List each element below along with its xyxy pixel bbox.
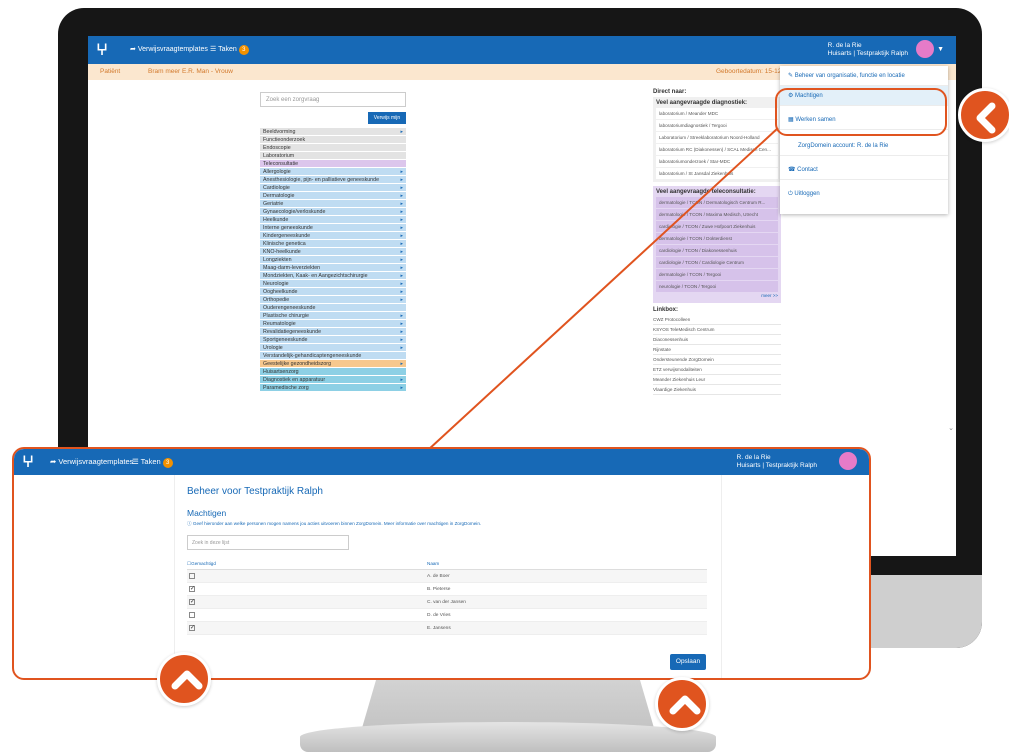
info-text: ⓘ Geef hieronder aan welke personen moge… [187, 521, 482, 526]
avatar[interactable] [839, 452, 857, 470]
chevron-left-glyph [976, 102, 996, 134]
zoom-navbar: ⵖ ➦ Verwijsvraagtemplates ☰ Taken 3 R. de… [14, 449, 869, 475]
header-authorized: ☐Gemachtigd [187, 561, 216, 566]
info-text-label: Geef hieronder aan welke personen mogen … [192, 521, 482, 526]
table-header: ☐Gemachtigd Naam [187, 560, 707, 570]
zoomed-authorize-panel: ⵖ ➦ Verwijsvraagtemplates ☰ Taken 3 R. de… [12, 447, 871, 680]
chevron-up-glyph [669, 695, 701, 715]
chevron-up-glyph [171, 670, 203, 690]
authorize-checkbox[interactable]: ✓ [189, 586, 195, 592]
chevron-left-icon[interactable] [958, 88, 1009, 142]
authorize-checkbox[interactable]: ✓ [189, 625, 195, 631]
authorize-content: Beheer voor Testpraktijk Ralph Machtigen… [174, 475, 722, 678]
table-row: A. de Boer [187, 570, 707, 583]
page-title: Beheer voor Testpraktijk Ralph [187, 486, 323, 497]
zoom-nav-templates-label: Verwijsvraagtemplates [58, 457, 134, 466]
connector-line [427, 127, 779, 451]
person-name: D. de Vries [427, 613, 451, 618]
zoom-user-info[interactable]: R. de la Rie Huisarts | Testpraktijk Ral… [737, 454, 817, 470]
table-row: ✓ B. Pieterse [187, 583, 707, 596]
authorize-checkbox[interactable] [189, 612, 195, 618]
zoom-nav-tasks-label: Taken [140, 457, 161, 466]
stage: ⵖ ➦ Verwijsvraagtemplates ☰ Taken 3 R. de… [0, 0, 1009, 756]
table-row: ✓ E. Jansens [187, 622, 707, 635]
chevron-up-icon[interactable] [157, 652, 211, 706]
chevron-up-icon[interactable] [655, 677, 709, 731]
person-name: C. van der Jansen [427, 600, 466, 605]
save-button[interactable]: Opslaan [670, 654, 706, 670]
zoom-user-name: R. de la Rie [736, 454, 771, 461]
table-row: ✓ C. van der Jansen [187, 596, 707, 609]
authorize-table: ☐Gemachtigd Naam A. de Boer ✓ B. Pieterse ✓… [187, 560, 707, 635]
section-title: Machtigen [187, 508, 227, 518]
person-name: E. Jansens [427, 626, 451, 631]
tasks-count-badge: 3 [162, 458, 173, 468]
list-search-input[interactable]: Zoek in deze lijst [187, 535, 349, 550]
authorize-checkbox[interactable]: ✓ [189, 599, 195, 605]
person-name: A. de Boer [427, 574, 450, 579]
zoom-nav-templates[interactable]: ➦ Verwijsvraagtemplates [50, 457, 133, 466]
header-authorized-label: Gemachtigd [191, 561, 216, 566]
table-row: D. de Vries [187, 609, 707, 622]
logo-icon[interactable]: ⵖ [22, 452, 34, 472]
zoom-nav-tasks[interactable]: ☰ Taken 3 [132, 457, 173, 468]
header-name: Naam [427, 561, 440, 566]
authorize-checkbox[interactable] [189, 573, 195, 579]
person-name: B. Pieterse [427, 587, 451, 592]
zoom-user-org: Huisarts | Testpraktijk Ralph [736, 462, 817, 469]
